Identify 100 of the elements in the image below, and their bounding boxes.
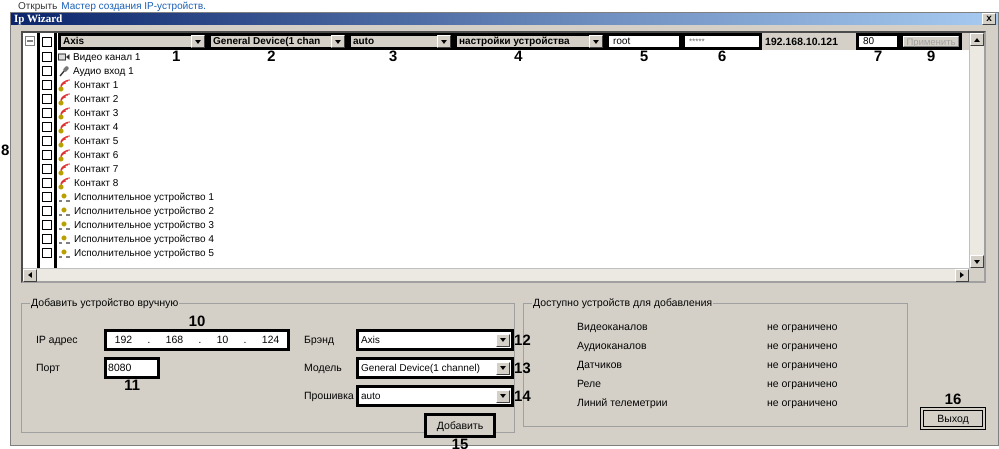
caret-icon [499, 336, 507, 344]
checkbox[interactable] [42, 108, 52, 118]
channel-label[interactable]: Исполнительное устройство 4 [74, 234, 214, 244]
collapse-icon[interactable] [25, 36, 35, 46]
group-title: Доступно устройств для добавления [532, 297, 714, 309]
device-limit-value: не ограничено [767, 397, 839, 409]
dropdown-button[interactable] [589, 35, 603, 48]
field-label: Брэнд [304, 334, 336, 346]
device-limit-value: не ограничено [767, 378, 839, 390]
signal-sensor-icon [58, 92, 71, 106]
checkbox[interactable] [42, 52, 52, 62]
callout-number: 15 [452, 437, 468, 449]
callout-number: 11 [124, 378, 140, 393]
checkbox[interactable] [42, 206, 52, 216]
checkbox[interactable] [42, 94, 52, 104]
checkbox[interactable] [42, 136, 52, 146]
checkbox[interactable] [42, 150, 52, 160]
relay-icon [58, 192, 71, 202]
dropdown-button[interactable] [191, 35, 205, 48]
checkbox[interactable] [42, 192, 52, 202]
scrollbar-corner [969, 268, 984, 281]
callout-number: 8 [1, 142, 10, 159]
dropdown-button[interactable] [331, 35, 345, 48]
scroll-up-icon [973, 36, 981, 44]
checkbox[interactable] [42, 122, 52, 132]
channel-label[interactable]: Контакт 1 [74, 80, 118, 90]
channel-label[interactable]: Исполнительное устройство 1 [74, 192, 214, 202]
port-field[interactable]: 80 [859, 36, 897, 47]
signal-sensor-icon [58, 106, 71, 120]
camera-icon [58, 52, 70, 62]
scroll-down-icon [973, 258, 981, 266]
channel-label[interactable]: Контакт 3 [74, 108, 118, 118]
relay-icon [58, 248, 71, 258]
checkbox[interactable] [42, 248, 52, 258]
signal-sensor-icon [58, 176, 71, 190]
channel-label[interactable]: Контакт 4 [74, 122, 118, 132]
horizontal-scrollbar[interactable] [23, 268, 969, 281]
relay-icon [58, 220, 71, 230]
checkbox[interactable] [42, 220, 52, 230]
device-limit-value: не ограничено [767, 340, 839, 352]
callout-number: 5 [640, 49, 648, 64]
dropdown-button[interactable] [437, 35, 451, 48]
dropdown-button[interactable] [496, 390, 510, 402]
channel-label[interactable]: Видео канал 1 [73, 52, 140, 62]
settings-select[interactable]: настройки устройства [457, 36, 603, 47]
checkbox[interactable] [42, 164, 52, 174]
channel-label[interactable]: Исполнительное устройство 3 [74, 220, 214, 230]
checkbox[interactable] [42, 66, 52, 76]
group-title: Добавить устройство вручную [30, 297, 180, 309]
dropdown-button[interactable] [496, 334, 510, 346]
field-label: Прошивка [304, 390, 355, 402]
caret-icon [499, 364, 507, 372]
signal-sensor-icon [58, 162, 71, 176]
device-type-label: Линий телеметрии [577, 397, 668, 409]
callout-number: 4 [514, 49, 522, 64]
checkbox[interactable] [42, 80, 52, 90]
model-select[interactable]: General Device(1 chan [211, 36, 345, 47]
channel-label[interactable]: Контакт 6 [74, 150, 118, 160]
callout-number: 10 [188, 314, 206, 329]
channel-label[interactable]: Аудио вход 1 [73, 66, 134, 76]
channel-label[interactable]: Контакт 8 [74, 178, 118, 188]
device-limit-value: не ограничено [767, 321, 839, 333]
firmware-select[interactable]: auto [351, 36, 451, 47]
wizard-link[interactable]: Мастер создания IP-устройств. [61, 2, 206, 12]
signal-sensor-icon [58, 134, 71, 148]
callout-number: 9 [926, 49, 936, 64]
brand-select[interactable]: Axis [61, 36, 205, 47]
caret-icon [592, 38, 600, 46]
caret-icon [499, 392, 507, 400]
checkbox[interactable] [42, 234, 52, 244]
checkbox[interactable] [42, 178, 52, 188]
scroll-left-icon [26, 271, 34, 279]
channel-label[interactable]: Контакт 2 [74, 94, 118, 104]
callout-number: 6 [718, 49, 726, 64]
callout-number: 12 [514, 332, 531, 348]
relay-icon [58, 206, 71, 216]
caption-text: Открыть [18, 2, 58, 12]
callout-number: 1 [172, 49, 180, 64]
vertical-scrollbar[interactable] [969, 33, 984, 268]
channel-label[interactable]: Контакт 5 [74, 136, 118, 146]
callout-number: 14 [514, 388, 531, 404]
device-type-label: Аудиоканалов [577, 340, 648, 352]
login-field[interactable]: root [609, 36, 679, 47]
device-limit-value: не ограничено [767, 359, 839, 371]
field-label: Порт [36, 362, 61, 374]
relay-icon [58, 234, 71, 244]
close-button[interactable]: x [982, 13, 996, 25]
password-field[interactable]: ***** [685, 36, 759, 47]
channel-label[interactable]: Исполнительное устройство 2 [74, 206, 214, 216]
callout-number: 16 [944, 391, 962, 408]
checkbox[interactable] [42, 36, 52, 46]
channel-label[interactable]: Исполнительное устройство 5 [74, 248, 214, 258]
dropdown-button[interactable] [496, 362, 510, 374]
window-title: Ip Wizard [14, 13, 62, 25]
callout-number: 7 [874, 49, 882, 64]
signal-sensor-icon [58, 120, 71, 134]
field-label: Модель [304, 362, 343, 374]
caret-icon [440, 38, 448, 46]
channel-label[interactable]: Контакт 7 [74, 164, 118, 174]
device-ip: 192.168.10.121 [765, 36, 838, 48]
